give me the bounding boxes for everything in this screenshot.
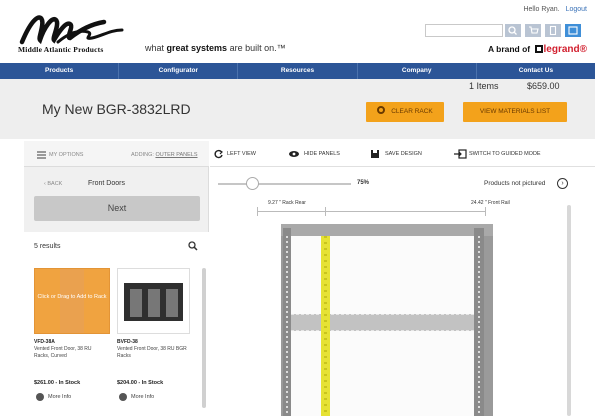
dimension-tick (485, 207, 486, 216)
brand-of: A brand of legrand® (488, 44, 587, 55)
results-scrollbar[interactable] (202, 268, 206, 408)
tagline: what great systems are built on.™ (145, 43, 286, 53)
dimension-tick (257, 207, 258, 216)
product-description: Vented Front Door, 38 RU Racks, Curved (34, 346, 92, 359)
next-button[interactable]: Next (34, 196, 200, 221)
zoom-level: 75% (357, 180, 370, 186)
product-price: $261.00 - In Stock (34, 380, 81, 386)
results-count: 5 results (34, 243, 61, 250)
back-link[interactable]: ‹ BACK (44, 181, 62, 187)
zoom-slider[interactable] (218, 183, 351, 185)
info-icon[interactable] (36, 393, 44, 401)
not-pictured-label[interactable]: Products not pictured (484, 180, 545, 187)
drag-to-add-hint: Click or Drag to Add to Rack (37, 294, 107, 300)
site-search-input[interactable] (425, 24, 503, 37)
greeting-text: Hello Ryan. (523, 6, 560, 13)
product-price: $204.00 - In Stock (117, 380, 164, 386)
product-name: BVFD-38 (117, 339, 138, 345)
view-materials-button[interactable]: VIEW MATERIALS LIST (463, 102, 567, 122)
brand-of-prefix: A brand of (487, 44, 531, 54)
brand-name: Middle Atlantic Products (18, 45, 104, 54)
user-icon[interactable] (565, 24, 581, 37)
rack-shelf[interactable] (291, 314, 474, 331)
search-icon[interactable] (188, 241, 198, 251)
adding-prefix: ADDING: (131, 152, 154, 158)
user-greeting: Hello Ryan. Logout (523, 6, 587, 13)
clear-rack-button[interactable]: CLEAR RACK (366, 102, 444, 122)
search-icon[interactable] (505, 24, 521, 37)
nav-configurator[interactable]: Configurator (119, 63, 239, 79)
more-info-link[interactable]: More Info (131, 394, 154, 400)
nav-contact-us[interactable]: Contact Us (477, 63, 595, 79)
legrand-name: legrand® (543, 44, 588, 55)
chevron-right-icon[interactable]: › (557, 178, 568, 189)
rack-top (281, 224, 493, 236)
save-icon[interactable] (370, 149, 380, 159)
document-icon[interactable] (545, 24, 561, 37)
cart-icon[interactable] (525, 24, 541, 37)
main-nav: Products Configurator Resources Company … (0, 63, 595, 79)
hide-panels-button[interactable]: HIDE PANELS (304, 151, 340, 157)
info-icon[interactable] (119, 393, 127, 401)
page-title: My New BGR-3832LRD (42, 101, 191, 117)
dimension-tick (325, 207, 326, 216)
refresh-icon (377, 106, 386, 114)
front-rail-measurement: 24.42 " Front Rail (471, 200, 510, 206)
adding-value-link[interactable]: OUTER PANELS (155, 152, 197, 158)
dimension-line (257, 211, 486, 212)
rotate-icon[interactable] (214, 149, 224, 159)
door-image (124, 283, 183, 321)
total-price: $659.00 (527, 81, 560, 91)
list-icon (37, 151, 46, 159)
more-info-link[interactable]: More Info (48, 394, 71, 400)
rail-holes (478, 236, 480, 416)
eye-icon[interactable] (288, 149, 300, 159)
adding-label: ADDING: OUTER PANELS (131, 152, 198, 158)
nav-resources[interactable]: Resources (238, 63, 358, 79)
my-options-tab[interactable]: MY OPTIONS (49, 152, 83, 158)
nav-products[interactable]: Products (0, 63, 120, 79)
guided-mode-button[interactable]: SWITCH TO GUIDED MODE (469, 151, 541, 157)
product-name: VFD-38A (34, 339, 55, 345)
product-description: Vented Front Door, 38 RU BGR Racks (117, 346, 187, 359)
legrand-logo-icon (534, 45, 543, 53)
section-name: Front Doors (88, 180, 125, 187)
viewer-scrollbar[interactable] (567, 205, 571, 416)
save-design-button[interactable]: SAVE DESIGN (385, 151, 422, 157)
nav-company[interactable]: Company (358, 63, 477, 79)
item-count: 1 Items (469, 81, 499, 91)
highlighted-rail[interactable] (321, 236, 330, 416)
logout-link[interactable]: Logout (566, 6, 587, 13)
clear-rack-label: CLEAR RACK (391, 108, 433, 115)
product-image-vfd-38a[interactable] (34, 268, 110, 334)
left-view-button[interactable]: LEFT VIEW (227, 151, 256, 157)
rail-holes (286, 236, 288, 416)
rack-rear-measurement: 9.27 " Rack Rear (268, 200, 306, 206)
switch-mode-icon[interactable] (453, 149, 467, 159)
zoom-slider-handle[interactable] (246, 177, 259, 190)
